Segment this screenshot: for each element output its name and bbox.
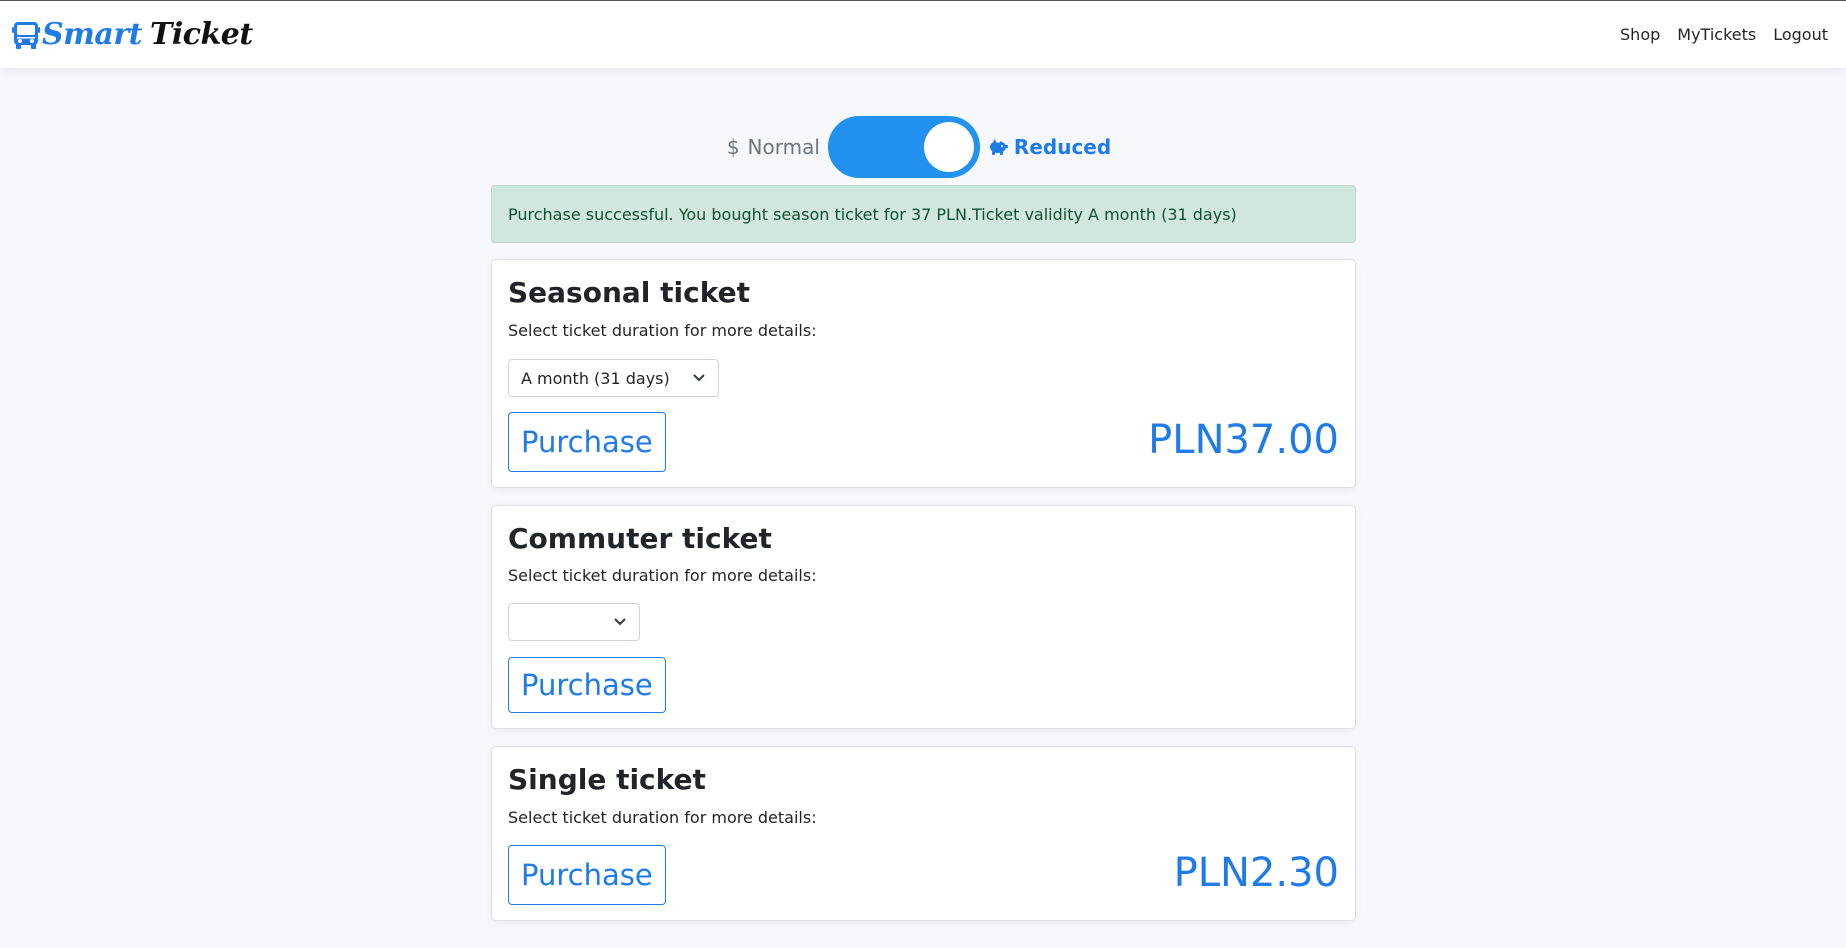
card-subtitle: Select ticket duration for more details: bbox=[508, 566, 817, 585]
duration-select-value: A month (31 days) bbox=[521, 368, 670, 388]
card-subtitle: Select ticket duration for more details: bbox=[508, 321, 817, 340]
chevron-down-icon bbox=[693, 374, 705, 382]
duration-select[interactable]: A month (31 days) bbox=[508, 359, 719, 397]
piggy-bank-icon bbox=[989, 139, 1008, 155]
bus-icon bbox=[12, 21, 40, 49]
card-title: Single ticket bbox=[508, 763, 706, 796]
normal-fare-label[interactable]: $ Normal bbox=[727, 135, 820, 159]
single-ticket-card: Single ticket Select ticket duration for… bbox=[491, 746, 1356, 921]
dollar-icon: $ bbox=[726, 135, 740, 159]
purchase-success-alert: Purchase successful. You bought season t… bbox=[491, 185, 1356, 243]
card-title: Commuter ticket bbox=[508, 522, 772, 555]
ticket-price: PLN2.30 bbox=[1173, 850, 1339, 896]
ticket-price: PLN37.00 bbox=[1148, 417, 1339, 463]
purchase-button[interactable]: Purchase bbox=[508, 845, 666, 905]
nav-shop-link[interactable]: Shop bbox=[1620, 25, 1660, 44]
nav-links: Shop MyTickets Logout bbox=[1603, 25, 1828, 44]
purchase-button[interactable]: Purchase bbox=[508, 657, 666, 713]
nav-logout-link[interactable]: Logout bbox=[1773, 25, 1828, 44]
brand-smart-text: Smart bbox=[42, 17, 143, 52]
alert-message: Purchase successful. You bought season t… bbox=[508, 204, 1237, 224]
fare-type-switch[interactable] bbox=[827, 116, 980, 178]
normal-label-text: Normal bbox=[747, 135, 820, 159]
nav-mytickets-link[interactable]: MyTickets bbox=[1677, 25, 1756, 44]
top-navbar: Smart Ticket Shop MyTickets Logout bbox=[0, 0, 1846, 68]
reduced-fare-label[interactable]: Reduced bbox=[988, 135, 1111, 159]
reduced-label-text: Reduced bbox=[1013, 135, 1112, 159]
brand-ticket-text: Ticket bbox=[150, 17, 253, 52]
card-subtitle: Select ticket duration for more details: bbox=[508, 808, 817, 827]
seasonal-ticket-card: Seasonal ticket Select ticket duration f… bbox=[491, 259, 1356, 488]
duration-select[interactable] bbox=[508, 603, 640, 641]
switch-knob[interactable] bbox=[923, 122, 974, 172]
commuter-ticket-card: Commuter ticket Select ticket duration f… bbox=[491, 505, 1356, 729]
brand-logo[interactable]: Smart Ticket bbox=[12, 17, 253, 52]
purchase-button[interactable]: Purchase bbox=[508, 412, 666, 472]
fare-type-toggle-row: $ Normal Reduced bbox=[0, 116, 1846, 178]
card-title: Seasonal ticket bbox=[508, 276, 750, 309]
chevron-down-icon bbox=[614, 618, 626, 626]
